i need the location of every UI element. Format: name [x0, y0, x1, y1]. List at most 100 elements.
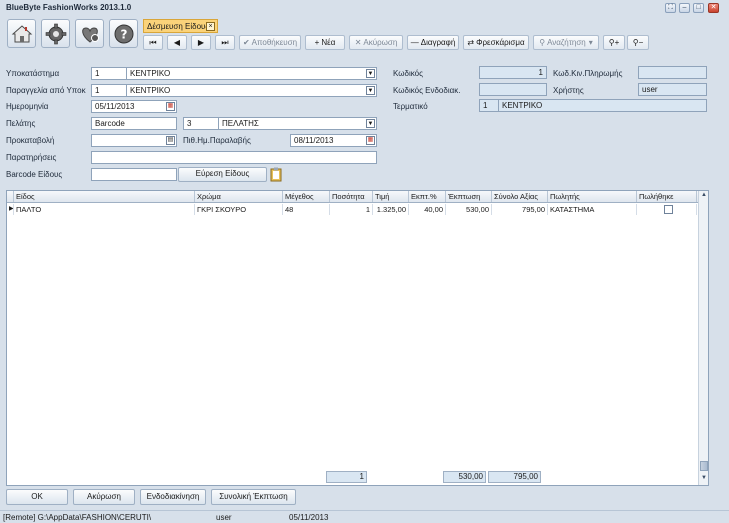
settings-button[interactable]	[41, 19, 70, 48]
zoom-out-button[interactable]: ⚲−	[627, 35, 649, 50]
branch-select[interactable]: ΚΕΝΤΡΙΚΟ ▼	[126, 67, 377, 80]
search-button[interactable]: ⚲ Αναζήτηση ▾	[533, 35, 599, 50]
column-header[interactable]: Ποσότητα	[330, 191, 373, 202]
cell-total[interactable]: 795,00	[492, 204, 548, 215]
date-value: 05/11/2013	[95, 102, 135, 111]
cell-seller[interactable]: ΚΑΤΑΣΤΗΜΑ	[548, 204, 637, 215]
internal-code-label: Κωδικός Ενδοδιακ.	[393, 86, 461, 95]
row-indicator-header	[7, 191, 14, 202]
clipboard-icon[interactable]	[270, 167, 282, 182]
chevron-down-icon[interactable]: ▼	[366, 69, 375, 78]
terminal-name-field[interactable]: ΚΕΝΤΡΙΚΟ	[498, 99, 707, 112]
clipboard-svg	[270, 167, 282, 182]
calendar-icon[interactable]: ▦	[166, 102, 175, 111]
refresh-button-label: Φρεσκάρισμα	[476, 38, 525, 47]
first-record-button[interactable]: ⏮	[143, 35, 163, 50]
close-icon[interactable]: ✕	[708, 3, 719, 13]
date-field[interactable]: 05/11/2013 ▦	[91, 100, 177, 113]
payment-code-label: Κωδ.Κιν.Πληρωμής	[553, 69, 623, 78]
column-header[interactable]: Σύνολο Αξίας	[492, 191, 548, 202]
minimize-icon[interactable]: –	[679, 3, 690, 13]
cancel-button[interactable]: Ακύρωση	[73, 489, 135, 505]
cell-discount[interactable]: 530,00	[446, 204, 492, 215]
column-header[interactable]: Πωλητής	[548, 191, 637, 202]
help-button[interactable]: ?	[109, 19, 138, 48]
find-item-button[interactable]: Εύρεση Είδους	[178, 167, 267, 182]
column-header[interactable]: Πωλήθηκε	[637, 191, 697, 202]
code-field[interactable]: 1	[479, 66, 547, 79]
maximize-icon[interactable]: □	[693, 3, 704, 13]
chevron-down-icon[interactable]: ▼	[366, 86, 375, 95]
items-grid[interactable]: Είδος Χρώμα Μέγεθος Ποσότητα Τιμή Εκπτ.%…	[6, 190, 709, 486]
tab-close-icon[interactable]: ×	[206, 22, 215, 31]
minus-icon: —	[410, 38, 419, 47]
last-record-button[interactable]: ⏭	[215, 35, 235, 50]
new-button[interactable]: + Νέα	[305, 35, 345, 50]
customer-select[interactable]: ΠΕΛΑΤΗΣ ▼	[218, 117, 377, 130]
home-button[interactable]	[7, 19, 36, 48]
scroll-down-icon[interactable]: ▼	[700, 474, 708, 483]
favorites-button[interactable]	[75, 19, 104, 48]
next-record-button[interactable]: ▶	[191, 35, 211, 50]
app-title: BlueByte FashionWorks 2013.1.0	[6, 3, 132, 12]
column-header[interactable]: Μέγεθος	[283, 191, 330, 202]
internal-transfer-button[interactable]: Ενδοδιακίνηση	[140, 489, 206, 505]
table-row[interactable]: ▶ ΠΑΛΤΟ ΓΚΡΙ ΣΚΟΥΡΟ 48 1 1.325,00 40,00 …	[7, 204, 697, 215]
branch-code-field[interactable]: 1	[91, 67, 127, 80]
column-header[interactable]: Είδος	[14, 191, 195, 202]
order-branch-name: ΚΕΝΤΡΙΚΟ	[130, 86, 171, 95]
help-icon: ?	[114, 24, 134, 44]
internal-code-field[interactable]	[479, 83, 547, 96]
column-header[interactable]: Εκπτ.%	[409, 191, 446, 202]
delete-button-label: Διαγραφή	[420, 38, 456, 47]
cell-item[interactable]: ΠΑΛΤΟ	[14, 204, 195, 215]
gear-icon	[45, 23, 67, 45]
customer-barcode-field[interactable]: Barcode	[91, 117, 177, 130]
calculator-icon[interactable]: ▤	[166, 136, 175, 145]
calendar-icon[interactable]: ▦	[366, 136, 375, 145]
chevron-down-icon[interactable]: ▼	[366, 119, 375, 128]
status-path: [Remote] G:\AppData\FASHION\CERUTI\	[3, 513, 152, 522]
item-barcode-field[interactable]	[91, 168, 177, 181]
cell-color[interactable]: ΓΚΡΙ ΣΚΟΥΡΟ	[195, 204, 283, 215]
user-label: Χρήστης	[553, 86, 584, 95]
prev-record-button[interactable]: ◀	[167, 35, 187, 50]
cell-discount-pct[interactable]: 40,00	[409, 204, 446, 215]
refresh-button[interactable]: ⇄ Φρεσκάρισμα	[463, 35, 529, 50]
cell-qty[interactable]: 1	[330, 204, 373, 215]
customer-code-field[interactable]: 3	[183, 117, 219, 130]
terminal-label: Τερματικό	[393, 102, 428, 111]
save-button[interactable]: ✔ Αποθήκευση	[239, 35, 301, 50]
code-label: Κωδικός	[393, 69, 423, 78]
status-bar: [Remote] G:\AppData\FASHION\CERUTI\ user…	[0, 510, 729, 523]
zoom-in-button[interactable]: ⚲+	[603, 35, 625, 50]
zoom-in-icon: ⚲+	[608, 38, 620, 47]
order-branch-select[interactable]: ΚΕΝΤΡΙΚΟ ▼	[126, 84, 377, 97]
expand-icon[interactable]: ⛶	[665, 3, 676, 13]
order-branch-code-field[interactable]: 1	[91, 84, 127, 97]
total-discount-button[interactable]: Συνολική Έκπτωση	[211, 489, 296, 505]
expected-delivery-field[interactable]: 08/11/2013 ▦	[290, 134, 377, 147]
delete-button[interactable]: — Διαγραφή	[407, 35, 459, 50]
cell-size[interactable]: 48	[283, 204, 330, 215]
cancel-toolbar-button[interactable]: ✕ Ακύρωση	[349, 35, 403, 50]
payment-code-field[interactable]	[638, 66, 707, 79]
advance-field[interactable]: ▤	[91, 134, 177, 147]
user-field[interactable]: user	[638, 83, 707, 96]
terminal-code-field[interactable]: 1	[479, 99, 499, 112]
ok-button[interactable]: OK	[6, 489, 68, 505]
grid-scrollbar[interactable]: ▲ ▼	[698, 191, 708, 485]
notes-field[interactable]	[91, 151, 377, 164]
column-header[interactable]: Χρώμα	[195, 191, 283, 202]
branch-name: ΚΕΝΤΡΙΚΟ	[130, 69, 171, 78]
cell-price[interactable]: 1.325,00	[373, 204, 409, 215]
scroll-up-icon[interactable]: ▲	[700, 191, 708, 200]
tab-item-reservation[interactable]: Δέσμευση Είδους ×	[143, 19, 218, 33]
column-header[interactable]: Τιμή	[373, 191, 409, 202]
cancel-toolbar-button-label: Ακύρωση	[363, 38, 398, 47]
cell-sold[interactable]	[637, 204, 697, 215]
customer-name: ΠΕΛΑΤΗΣ	[222, 119, 259, 128]
column-header[interactable]: Έκπτωση	[446, 191, 492, 202]
scroll-thumb[interactable]	[700, 461, 708, 471]
sold-checkbox[interactable]	[664, 205, 673, 214]
